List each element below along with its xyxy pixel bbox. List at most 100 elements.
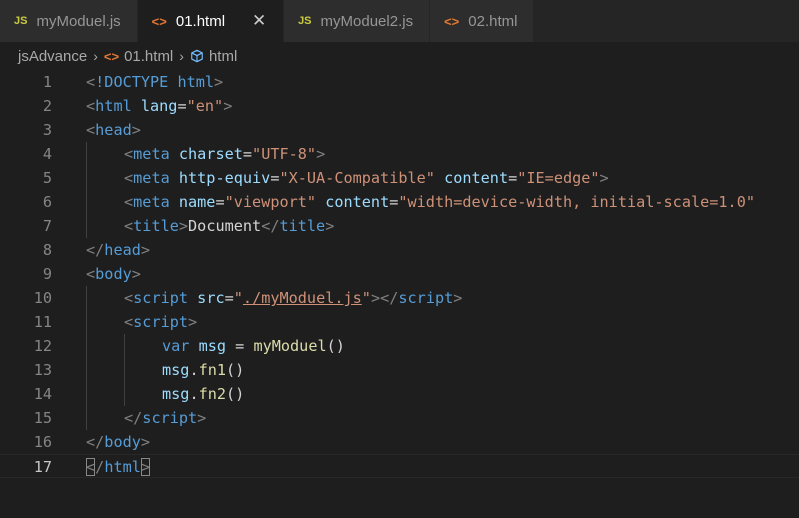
code-token: "UTF-8" xyxy=(252,145,317,163)
code-token: > xyxy=(140,458,151,476)
code-token: > xyxy=(599,169,609,187)
tab-mymoduel-js[interactable]: JS myModuel.js xyxy=(0,0,138,42)
code-line[interactable]: 17 </html> xyxy=(0,454,799,478)
code-token: src xyxy=(197,289,225,307)
indent-guide xyxy=(124,382,125,406)
code-line[interactable]: 14 msg.fn2() xyxy=(0,382,799,406)
code-token: < xyxy=(124,313,134,331)
code-text: </body> xyxy=(86,430,150,454)
code-token: < xyxy=(124,145,134,163)
code-text: <body> xyxy=(86,262,141,286)
indent-guide xyxy=(86,214,87,238)
indent-guide xyxy=(86,166,87,190)
cube-icon xyxy=(190,49,204,63)
code-token: body xyxy=(95,265,132,283)
code-token: script xyxy=(133,313,189,331)
code-line[interactable]: 16 </body> xyxy=(0,430,799,454)
code-editor[interactable]: 1 <!DOCTYPE html> 2 <html lang="en"> 3 <head>… xyxy=(0,70,799,518)
code-token: meta xyxy=(133,193,179,211)
line-number: 16 xyxy=(33,433,52,451)
code-token: > xyxy=(453,289,463,307)
code-token: = xyxy=(224,289,234,307)
code-line[interactable]: 7 <title>Document</title> xyxy=(0,214,799,238)
breadcrumb-folder[interactable]: jsAdvance xyxy=(18,48,87,65)
chevron-right-icon: › xyxy=(179,48,184,64)
code-token: script xyxy=(398,289,454,307)
code-line[interactable]: 3 <head> xyxy=(0,118,799,142)
breadcrumb-symbol-label: html xyxy=(208,47,238,65)
code-token: "IE=edge" xyxy=(517,169,600,187)
code-token: "viewport" xyxy=(224,193,317,211)
line-number: 12 xyxy=(33,337,52,355)
code-token: . xyxy=(189,385,199,403)
code-token: / xyxy=(95,458,105,476)
breadcrumb: jsAdvance › <> 01.html › html xyxy=(0,42,799,70)
code-token: content xyxy=(325,193,390,211)
code-line[interactable]: 10 <script src="./myModuel.js"></script> xyxy=(0,286,799,310)
code-token: html xyxy=(177,73,215,91)
code-text: <meta http-equiv = "X-UA-Compatible" conte… xyxy=(124,166,609,190)
code-token: < xyxy=(124,217,134,235)
code-token: < xyxy=(124,193,134,211)
code-token: myModuel xyxy=(253,337,327,355)
line-number: 10 xyxy=(33,289,52,307)
chevron-right-icon: › xyxy=(93,48,98,64)
code-token: > xyxy=(223,97,233,115)
code-token: = xyxy=(177,97,187,115)
code-line[interactable]: 12 var msg = myModuel() xyxy=(0,334,799,358)
code-token: = xyxy=(508,169,518,187)
tab-02-html[interactable]: <> 02.html xyxy=(430,0,535,42)
code-text: <script> xyxy=(124,310,197,334)
editor-tab-bar: JS myModuel.js <> 01.html ✕ JS myModuel2… xyxy=(0,0,799,42)
code-text: var msg = myModuel() xyxy=(162,334,345,358)
line-number: 7 xyxy=(42,217,52,235)
code-token: fn1 xyxy=(198,361,227,379)
code-token: "en" xyxy=(186,97,224,115)
code-line[interactable]: 13 msg.fn1() xyxy=(0,358,799,382)
line-number: 15 xyxy=(33,409,52,427)
breadcrumb-file[interactable]: <> 01.html xyxy=(104,48,173,65)
code-line[interactable]: 1 <!DOCTYPE html> xyxy=(0,70,799,94)
code-token: > xyxy=(325,217,335,235)
code-token: > xyxy=(131,121,141,139)
code-text: </script> xyxy=(124,406,206,430)
code-text: msg.fn1() xyxy=(162,358,244,382)
indent-guide xyxy=(86,334,87,358)
code-line[interactable]: 4 <meta charset="UTF-8"> xyxy=(0,142,799,166)
code-token: meta xyxy=(133,145,179,163)
line-number: 8 xyxy=(42,241,52,259)
indent-guide xyxy=(86,286,87,310)
breadcrumb-symbol[interactable]: html xyxy=(190,48,237,65)
code-token: () xyxy=(326,337,345,355)
code-token: </ xyxy=(261,217,280,235)
code-token: script xyxy=(133,289,198,307)
code-line[interactable]: 15 </script> xyxy=(0,406,799,430)
indent-guide xyxy=(86,310,87,334)
indent-guide xyxy=(124,358,125,382)
tab-label: myModuel2.js xyxy=(320,12,414,30)
tab-mymoduel2-js[interactable]: JS myModuel2.js xyxy=(284,0,431,42)
code-text: <!DOCTYPE html> xyxy=(86,70,223,94)
code-token: < xyxy=(124,289,134,307)
code-line[interactable]: 6 <meta name="viewport" content="width=de… xyxy=(0,190,799,214)
line-number: 3 xyxy=(42,121,52,139)
javascript-file-icon: JS xyxy=(14,15,28,27)
line-number: 14 xyxy=(33,385,52,403)
line-number: 17 xyxy=(33,458,52,476)
line-number: 11 xyxy=(33,313,52,331)
code-token: </ xyxy=(124,409,143,427)
code-line[interactable]: 11 <script> xyxy=(0,310,799,334)
code-token: script xyxy=(142,409,198,427)
code-token: () xyxy=(226,385,245,403)
code-line[interactable]: 2 <html lang="en"> xyxy=(0,94,799,118)
code-line[interactable]: 9 <body> xyxy=(0,262,799,286)
code-text: <meta name="viewport" content="width=dev… xyxy=(124,190,755,214)
tab-01-html[interactable]: <> 01.html ✕ xyxy=(137,0,285,42)
code-token: " xyxy=(361,289,371,307)
code-line[interactable]: 8 </head> xyxy=(0,238,799,262)
tab-label: 01.html xyxy=(175,12,226,30)
code-line[interactable]: 5 <meta http-equiv = "X-UA-Compatible" cont… xyxy=(0,166,799,190)
close-icon[interactable]: ✕ xyxy=(251,11,267,31)
code-token: http-equiv xyxy=(178,169,271,187)
